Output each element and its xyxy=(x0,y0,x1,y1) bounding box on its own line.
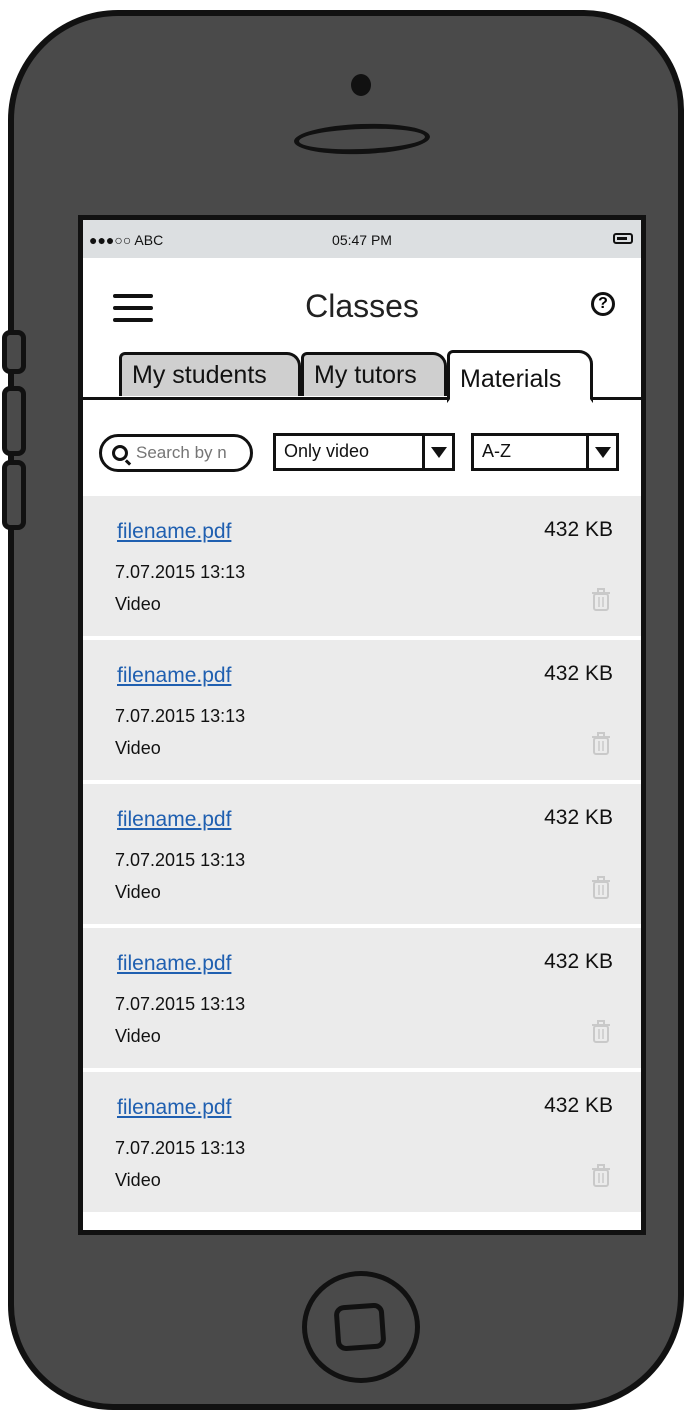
file-row[interactable]: filename.pdf 432 KB 7.07.2015 13:13 Video xyxy=(83,640,641,784)
camera-icon xyxy=(351,74,371,96)
file-size: 432 KB xyxy=(544,950,613,973)
file-date: 7.07.2015 13:13 xyxy=(115,706,246,726)
phone-frame: ●●●○○ ABC 05:47 PM Classes ? My students… xyxy=(8,10,684,1410)
tab-bar: My students My tutors Materials xyxy=(83,344,641,403)
file-row[interactable]: filename.pdf 432 KB 7.07.2015 13:13 Video xyxy=(83,928,641,1072)
tab-materials[interactable]: Materials xyxy=(447,350,593,403)
tab-my-tutors[interactable]: My tutors xyxy=(301,352,447,396)
app-header: Classes ? xyxy=(83,258,641,344)
file-row[interactable]: filename.pdf 432 KB 7.07.2015 13:13 Video xyxy=(83,496,641,640)
file-type: Video xyxy=(115,882,161,902)
trash-icon[interactable] xyxy=(591,1164,611,1188)
dropdown-arrow-icon xyxy=(586,436,616,468)
file-date: 7.07.2015 13:13 xyxy=(115,994,246,1014)
file-size: 432 KB xyxy=(544,662,613,685)
file-name-link[interactable]: filename.pdf xyxy=(117,664,231,688)
home-square-icon xyxy=(333,1302,387,1352)
volume-down-button[interactable] xyxy=(2,460,26,530)
file-name-link[interactable]: filename.pdf xyxy=(117,808,231,832)
search-field[interactable] xyxy=(99,434,253,472)
screen: ●●●○○ ABC 05:47 PM Classes ? My students… xyxy=(78,215,646,1235)
sort-select[interactable]: A-Z xyxy=(471,433,619,471)
file-size: 432 KB xyxy=(544,518,613,541)
file-row[interactable]: filename.pdf 432 KB 7.07.2015 13:13 Video xyxy=(83,784,641,928)
type-filter-value: Only video xyxy=(284,441,370,461)
trash-icon[interactable] xyxy=(591,876,611,900)
status-time: 05:47 PM xyxy=(332,232,392,248)
file-list: filename.pdf 432 KB 7.07.2015 13:13 Video fi… xyxy=(83,496,641,1216)
file-type: Video xyxy=(115,594,161,614)
search-input[interactable] xyxy=(134,442,248,464)
file-date: 7.07.2015 13:13 xyxy=(115,562,246,582)
mute-switch[interactable] xyxy=(2,330,26,374)
file-row[interactable]: filename.pdf 432 KB 7.07.2015 13:13 Video xyxy=(83,1072,641,1216)
file-size: 432 KB xyxy=(544,806,613,829)
file-type: Video xyxy=(115,1026,161,1046)
file-name-link[interactable]: filename.pdf xyxy=(117,1096,231,1120)
trash-icon[interactable] xyxy=(591,732,611,756)
trash-icon[interactable] xyxy=(591,1020,611,1044)
battery-icon xyxy=(613,233,633,244)
trash-icon[interactable] xyxy=(591,588,611,612)
file-name-link[interactable]: filename.pdf xyxy=(117,952,231,976)
home-button[interactable] xyxy=(302,1271,420,1383)
file-name-link[interactable]: filename.pdf xyxy=(117,520,231,544)
file-date: 7.07.2015 13:13 xyxy=(115,1138,246,1158)
file-type: Video xyxy=(115,738,161,758)
volume-up-button[interactable] xyxy=(2,386,26,456)
speaker-icon xyxy=(293,121,431,157)
dropdown-arrow-icon xyxy=(422,436,452,468)
file-date: 7.07.2015 13:13 xyxy=(115,850,246,870)
file-size: 432 KB xyxy=(544,1094,613,1117)
tab-my-students[interactable]: My students xyxy=(119,352,301,396)
status-bar: ●●●○○ ABC 05:47 PM xyxy=(83,220,641,258)
help-icon[interactable]: ? xyxy=(591,292,615,316)
page-title: Classes xyxy=(305,288,419,324)
search-icon xyxy=(112,445,128,461)
sort-value: A-Z xyxy=(482,441,511,461)
file-type: Video xyxy=(115,1170,161,1190)
type-filter-select[interactable]: Only video xyxy=(273,433,455,471)
filter-bar: Only video A-Z xyxy=(83,425,641,475)
